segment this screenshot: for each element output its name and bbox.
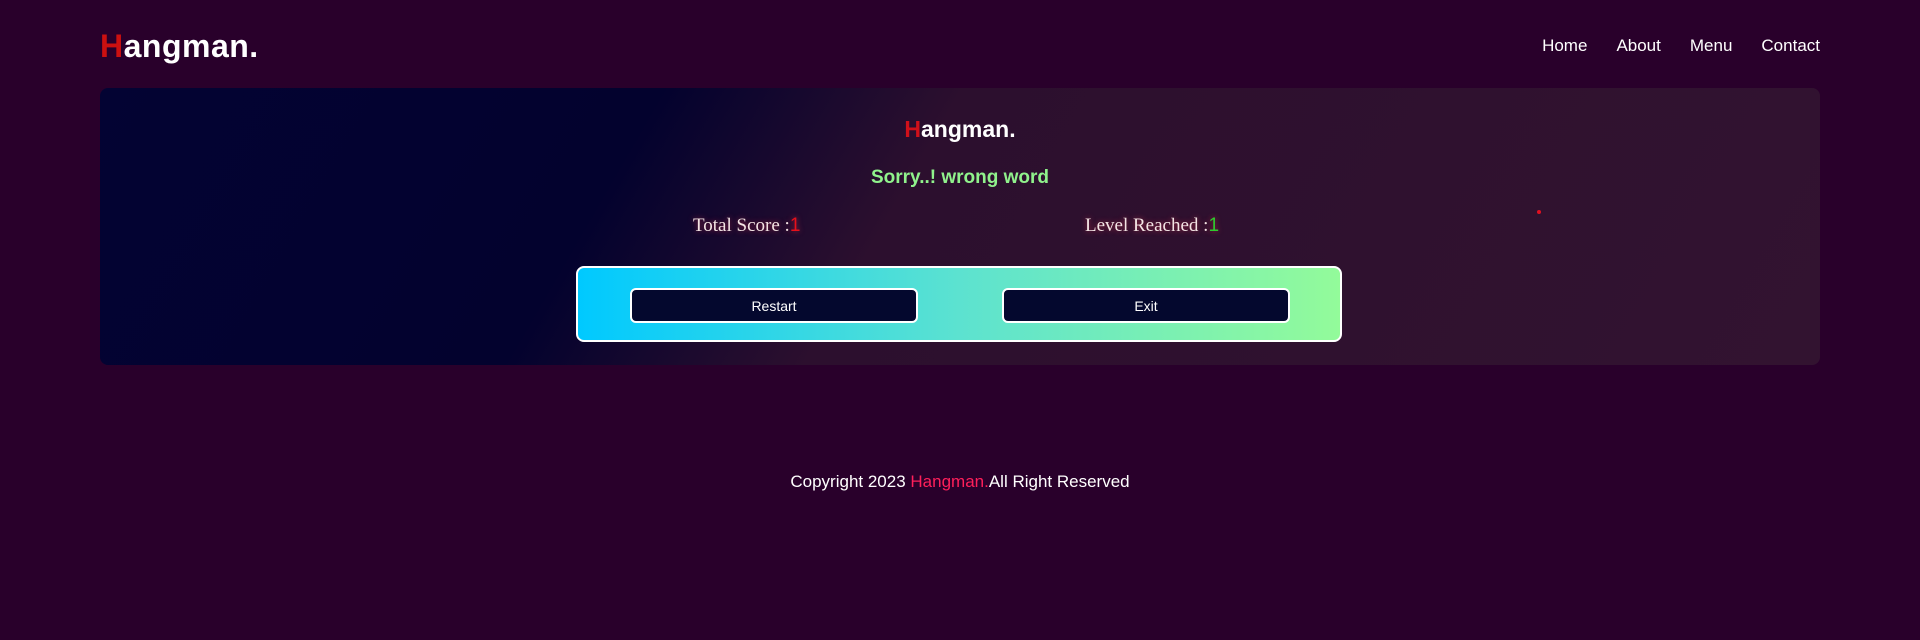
total-score-value: 1 (789, 215, 801, 236)
copyright-prefix: Copyright 2023 (790, 472, 911, 491)
level-reached-label: Level Reached : (1085, 215, 1209, 236)
total-score-label: Total Score : (693, 215, 790, 236)
logo-text: angman. (123, 27, 259, 64)
nav-link-contact[interactable]: Contact (1761, 36, 1820, 56)
logo-initial: H (100, 27, 124, 64)
exit-button[interactable]: Exit (1002, 288, 1290, 323)
copyright-suffix: All Right Reserved (988, 472, 1130, 491)
level-reached: Level Reached :1 (1085, 215, 1219, 237)
main-nav: Home About Menu Contact (1542, 36, 1820, 56)
footer-brand: Hangman. (910, 472, 989, 491)
level-reached-value: 1 (1208, 215, 1220, 236)
nav-link-menu[interactable]: Menu (1690, 36, 1733, 56)
game-title-initial: H (904, 116, 922, 142)
total-score: Total Score :1 (693, 215, 800, 237)
restart-button[interactable]: Restart (630, 288, 918, 323)
site-logo[interactable]: Hangman. (100, 28, 259, 65)
action-panel: Restart Exit (576, 266, 1342, 342)
nav-link-home[interactable]: Home (1542, 36, 1587, 56)
game-title-text: angman. (921, 116, 1016, 142)
game-over-card: Hangman. Sorry..! wrong word Total Score… (100, 88, 1820, 365)
top-navbar: Hangman. Home About Menu Contact (100, 26, 1820, 66)
game-title: Hangman. (100, 116, 1820, 143)
decorative-dot (1537, 210, 1541, 214)
nav-link-about[interactable]: About (1616, 36, 1660, 56)
footer-copyright: Copyright 2023 Hangman.All Right Reserve… (0, 472, 1920, 492)
result-message: Sorry..! wrong word (870, 167, 1050, 188)
